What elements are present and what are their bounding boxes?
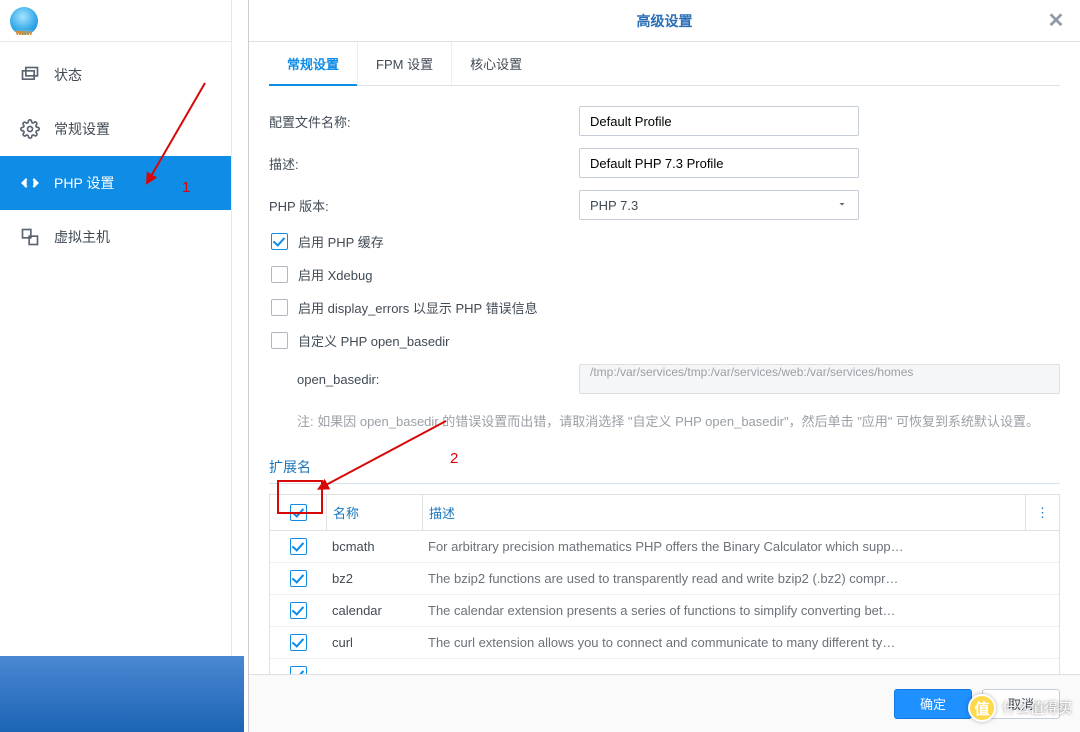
custom-basedir-checkbox-row[interactable]: 自定义 PHP open_basedir — [269, 331, 1060, 350]
code-icon — [20, 173, 40, 193]
php-version-label: PHP 版本: — [269, 196, 569, 215]
app-header — [0, 0, 231, 42]
modal-body: 常规设置 FPM 设置 核心设置 配置文件名称: 描述: PHP 版本: PHP… — [249, 42, 1080, 674]
enable-xdebug-checkbox[interactable] — [271, 266, 288, 283]
ext-name: bcmath — [326, 539, 422, 554]
sidebar-item-label: 常规设置 — [54, 119, 110, 139]
sidebar-item-label: 虚拟主机 — [54, 227, 110, 247]
nav-list: 状态 常规设置 PHP 设置 虚拟主机 — [0, 42, 231, 264]
background-strip — [0, 656, 244, 732]
column-header-name[interactable]: 名称 — [326, 495, 422, 530]
sidebar-item-label: 状态 — [54, 65, 82, 85]
ext-name: curl — [326, 635, 422, 650]
modal-title: 高级设置 — [637, 11, 693, 31]
form: 配置文件名称: 描述: PHP 版本: PHP 7.3 启用 PHP 缓存 — [269, 86, 1060, 674]
custom-basedir-checkbox[interactable] — [271, 332, 288, 349]
table-row[interactable]: curl The curl extension allows you to co… — [270, 627, 1059, 659]
sidebar-item-status[interactable]: 状态 — [0, 48, 231, 102]
php-version-value: PHP 7.3 — [590, 198, 638, 213]
advanced-settings-modal: 高级设置 ✕ 常规设置 FPM 设置 核心设置 配置文件名称: 描述: PHP … — [248, 0, 1080, 732]
tab-core[interactable]: 核心设置 — [451, 42, 540, 85]
enable-cache-checkbox-row[interactable]: 启用 PHP 缓存 — [269, 232, 1060, 251]
table-body[interactable]: bcmath For arbitrary precision mathemati… — [270, 531, 1059, 674]
table-row[interactable]: bcmath For arbitrary precision mathemati… — [270, 531, 1059, 563]
status-icon — [20, 65, 40, 85]
column-menu-button[interactable]: ⋮ — [1025, 495, 1059, 530]
table-row[interactable]: bz2 The bzip2 functions are used to tran… — [270, 563, 1059, 595]
enable-cache-label: 启用 PHP 缓存 — [298, 232, 384, 251]
ext-name: calendar — [326, 603, 422, 618]
annotation-label-2: 2 — [450, 450, 458, 467]
vhost-icon — [20, 227, 40, 247]
row-checkbox[interactable] — [290, 666, 307, 674]
row-checkbox[interactable] — [290, 538, 307, 555]
chevron-down-icon — [836, 198, 848, 213]
display-errors-checkbox[interactable] — [271, 299, 288, 316]
enable-xdebug-checkbox-row[interactable]: 启用 Xdebug — [269, 265, 1060, 284]
sidebar-item-general-settings[interactable]: 常规设置 — [0, 102, 231, 156]
tab-general[interactable]: 常规设置 — [269, 42, 357, 85]
enable-cache-checkbox[interactable] — [271, 233, 288, 250]
sidebar-item-label: PHP 设置 — [54, 173, 114, 193]
custom-basedir-label: 自定义 PHP open_basedir — [298, 331, 450, 350]
sidebar: 状态 常规设置 PHP 设置 虚拟主机 — [0, 0, 232, 732]
basedir-label: open_basedir: — [297, 372, 569, 387]
close-icon[interactable]: ✕ — [1046, 11, 1066, 31]
display-errors-label: 启用 display_errors 以显示 PHP 错误信息 — [298, 298, 538, 317]
table-row[interactable]: calendar The calendar extension presents… — [270, 595, 1059, 627]
php-version-select[interactable]: PHP 7.3 — [579, 190, 859, 220]
basedir-input: /tmp:/var/services/tmp:/var/services/web… — [579, 364, 1060, 394]
basedir-note: 注: 如果因 open_basedir 的错误设置而出错，请取消选择 "自定义 … — [269, 410, 1060, 433]
profile-name-input[interactable] — [579, 106, 859, 136]
table-row[interactable] — [270, 659, 1059, 674]
profile-name-label: 配置文件名称: — [269, 112, 569, 131]
ext-desc: The curl extension allows you to connect… — [422, 635, 1059, 650]
sidebar-item-php-settings[interactable]: PHP 设置 — [0, 156, 231, 210]
ext-desc: The calendar extension presents a series… — [422, 603, 1059, 618]
column-header-desc[interactable]: 描述 — [422, 495, 1025, 530]
description-input[interactable] — [579, 148, 859, 178]
app-icon — [10, 7, 38, 35]
tab-fpm[interactable]: FPM 设置 — [357, 42, 451, 85]
row-checkbox[interactable] — [290, 634, 307, 651]
modal-header: 高级设置 ✕ — [249, 0, 1080, 42]
ext-name: bz2 — [326, 571, 422, 586]
extensions-table: 名称 描述 ⋮ bcmath For arbitrary precision m… — [269, 494, 1060, 674]
sidebar-item-vhost[interactable]: 虚拟主机 — [0, 210, 231, 264]
ext-desc: For arbitrary precision mathematics PHP … — [422, 539, 1059, 554]
ext-desc: The bzip2 functions are used to transpar… — [422, 571, 1059, 586]
row-checkbox[interactable] — [290, 602, 307, 619]
enable-xdebug-label: 启用 Xdebug — [298, 265, 372, 284]
table-header-row: 名称 描述 ⋮ — [270, 495, 1059, 531]
cancel-button[interactable]: 取消 — [982, 689, 1060, 719]
annotation-label-1: 1 — [182, 179, 190, 196]
row-checkbox[interactable] — [290, 570, 307, 587]
tabs: 常规设置 FPM 设置 核心设置 — [269, 42, 1060, 86]
display-errors-checkbox-row[interactable]: 启用 display_errors 以显示 PHP 错误信息 — [269, 298, 1060, 317]
gear-icon — [20, 119, 40, 139]
description-label: 描述: — [269, 154, 569, 173]
select-all-checkbox[interactable] — [290, 504, 307, 521]
ok-button[interactable]: 确定 — [894, 689, 972, 719]
extensions-section-title: 扩展名 — [269, 457, 1060, 484]
modal-footer: 确定 取消 — [249, 674, 1080, 732]
